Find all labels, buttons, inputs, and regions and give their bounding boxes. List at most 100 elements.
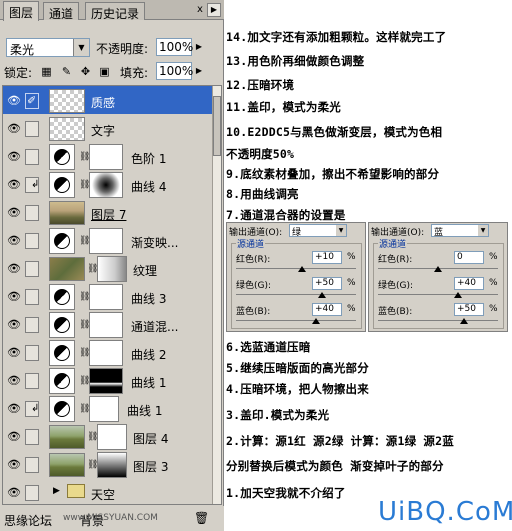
scrollbar-thumb[interactable] (213, 96, 221, 156)
trash-icon[interactable]: 🗑 (194, 510, 209, 526)
eye-icon[interactable]: 👁 (6, 178, 22, 192)
layer-row[interactable]: 👁 ⛓ 曲线 1 (3, 366, 212, 396)
link-box[interactable] (25, 233, 39, 249)
chain-link-icon[interactable]: ⛓ (87, 458, 98, 472)
eye-icon[interactable]: 👁 (6, 150, 22, 164)
layer-name: 色阶 1 (131, 152, 167, 166)
step-text: 1.加天空我就不介绍了 (226, 486, 346, 500)
link-box[interactable] (25, 121, 39, 137)
layer-row[interactable]: 👁 ⛓ 色阶 1 (3, 142, 212, 172)
opacity-arrow-icon[interactable]: ▶ (194, 38, 204, 56)
green-input[interactable]: +50 (312, 277, 342, 290)
eye-icon[interactable]: 👁 (6, 374, 22, 388)
chain-link-icon[interactable]: ⛓ (87, 430, 98, 444)
layer-row[interactable]: 👁 ⛓ 图层 3 (3, 450, 212, 480)
layer-row[interactable]: 👁 ✐ 质感 (3, 86, 212, 116)
link-box[interactable] (25, 373, 39, 389)
layer-row[interactable]: 👁 ⛓ 图层 4 (3, 422, 212, 452)
chain-link-icon[interactable]: ⛓ (79, 234, 90, 248)
chevron-down-icon[interactable]: ▼ (478, 225, 488, 236)
link-box[interactable] (25, 317, 39, 333)
eye-icon[interactable]: 👁 (6, 402, 22, 416)
chain-link-icon[interactable]: ⛓ (87, 262, 98, 276)
lock-all-icon[interactable]: ▣ (98, 65, 111, 78)
layer-group-row[interactable]: 👁 ▶ 天空 (3, 478, 212, 504)
eye-icon[interactable]: 👁 (6, 290, 22, 304)
tab-channels[interactable]: 通道 (43, 2, 80, 21)
eye-icon[interactable]: 👁 (6, 262, 22, 276)
source-channels-group: 源通道 红色(R): +10 % 绿色(G): +50 % 蓝色(B): +40… (231, 237, 362, 329)
red-input[interactable]: 0 (454, 251, 484, 264)
eye-icon[interactable]: 👁 (6, 206, 22, 220)
blend-mode-select[interactable]: 柔光 ▼ (6, 38, 90, 57)
eye-icon[interactable]: 👁 (6, 94, 22, 108)
red-slider[interactable] (236, 268, 356, 269)
link-box[interactable] (25, 345, 39, 361)
chevron-down-icon[interactable]: ▼ (73, 39, 89, 56)
green-slider-knob[interactable] (454, 292, 462, 298)
chevron-down-icon[interactable]: ▼ (336, 225, 346, 236)
layer-row[interactable]: 👁 ⛓ 通道混... (3, 310, 212, 340)
red-slider-knob[interactable] (434, 266, 442, 272)
fill-arrow-icon[interactable]: ▶ (194, 62, 204, 80)
eye-icon[interactable]: 👁 (6, 430, 22, 444)
link-box[interactable] (25, 205, 39, 221)
layer-name: 质感 (91, 96, 116, 110)
link-box[interactable] (25, 289, 39, 305)
layer-mask (89, 144, 123, 170)
layer-row[interactable]: 👁 ⛓ 渐变映... (3, 226, 212, 256)
chain-link-icon[interactable]: ⛓ (79, 374, 90, 388)
eye-icon[interactable]: 👁 (6, 458, 22, 472)
green-slider[interactable] (378, 294, 498, 295)
blue-slider[interactable] (236, 320, 356, 321)
link-box[interactable] (25, 429, 39, 445)
link-box[interactable] (25, 261, 39, 277)
layer-row[interactable]: 👁 ⛓ 纹理 (3, 254, 212, 284)
layer-row[interactable]: 👁 ↲ ⛓ 曲线 1 (3, 394, 212, 424)
link-box[interactable] (25, 149, 39, 165)
blue-slider-knob[interactable] (460, 318, 468, 324)
blue-input[interactable]: +40 (312, 303, 342, 316)
eye-icon[interactable]: 👁 (6, 234, 22, 248)
chain-link-icon[interactable]: ⛓ (79, 402, 90, 416)
layer-row[interactable]: 👁 ↲ ⛓ 曲线 4 (3, 170, 212, 200)
blue-slider-knob[interactable] (312, 318, 320, 324)
green-input[interactable]: +40 (454, 277, 484, 290)
eye-icon[interactable]: 👁 (6, 122, 22, 136)
output-channel-select[interactable]: 蓝 ▼ (431, 224, 489, 238)
tab-layers[interactable]: 图层 (3, 1, 40, 21)
lock-pixels-icon[interactable]: ✎ (60, 65, 73, 78)
eye-icon[interactable]: 👁 (6, 346, 22, 360)
layer-row[interactable]: 👁 文字 (3, 114, 212, 144)
fill-input[interactable]: 100% (156, 62, 193, 80)
eye-icon[interactable]: 👁 (6, 486, 22, 500)
tab-history[interactable]: 历史记录 (85, 2, 146, 21)
layers-scrollbar[interactable] (212, 86, 221, 504)
output-channel-select[interactable]: 绿 ▼ (289, 224, 347, 238)
layer-row[interactable]: 👁 ⛓ 曲线 3 (3, 282, 212, 312)
lock-position-icon[interactable]: ✥ (79, 65, 92, 78)
layer-row[interactable]: 👁 图层 7 (3, 198, 212, 228)
link-box[interactable] (25, 485, 39, 501)
chain-link-icon[interactable]: ⛓ (79, 346, 90, 360)
layer-mask (89, 312, 123, 338)
chain-link-icon[interactable]: ⛓ (79, 150, 90, 164)
chain-link-icon[interactable]: ⛓ (79, 178, 90, 192)
red-input[interactable]: +10 (312, 251, 342, 264)
expand-arrow-icon[interactable]: ▶ (53, 486, 60, 496)
green-slider-knob[interactable] (318, 292, 326, 298)
chain-link-icon[interactable]: ⛓ (79, 318, 90, 332)
panel-menu-button[interactable]: ▶ (207, 3, 221, 17)
layer-name: 曲线 4 (131, 180, 167, 194)
blue-slider[interactable] (378, 320, 498, 321)
link-box[interactable] (25, 457, 39, 473)
blue-input[interactable]: +50 (454, 303, 484, 316)
green-slider[interactable] (236, 294, 356, 295)
layer-row[interactable]: 👁 ⛓ 曲线 2 (3, 338, 212, 368)
lock-transparency-icon[interactable]: ▦ (40, 65, 53, 78)
close-icon[interactable]: x (194, 4, 206, 16)
red-slider-knob[interactable] (298, 266, 306, 272)
opacity-input[interactable]: 100% (156, 38, 193, 56)
eye-icon[interactable]: 👁 (6, 318, 22, 332)
chain-link-icon[interactable]: ⛓ (79, 290, 90, 304)
